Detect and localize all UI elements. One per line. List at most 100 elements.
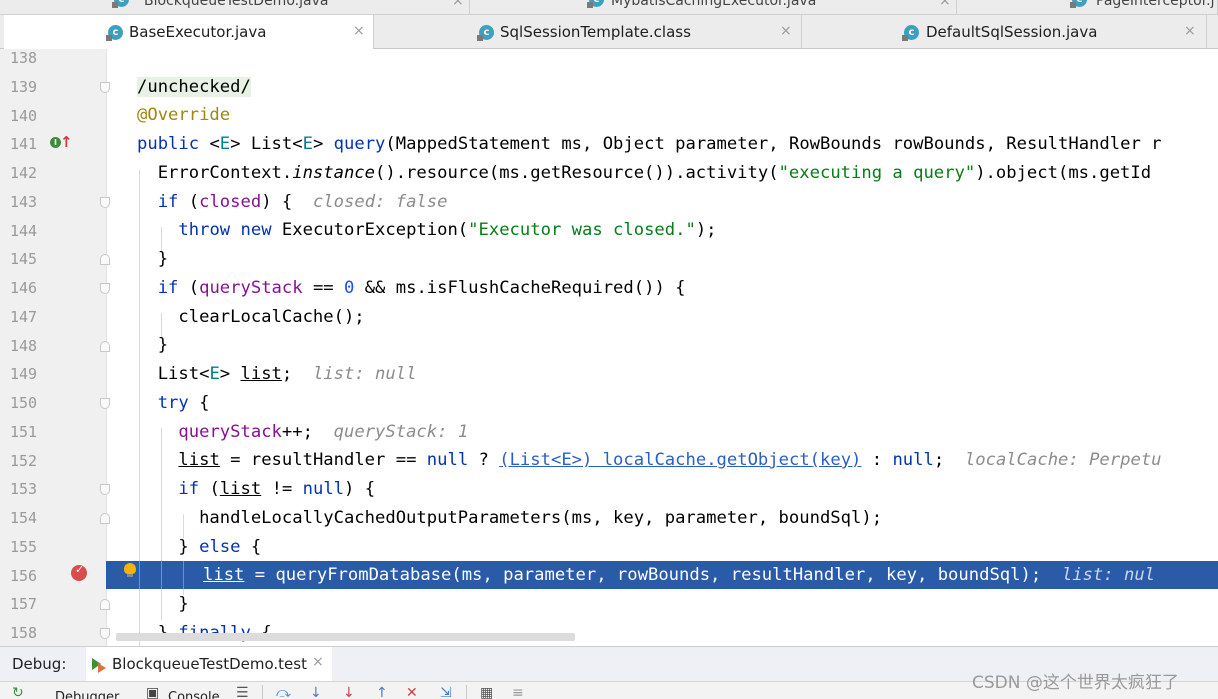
fold-marker-icon[interactable] <box>100 398 110 409</box>
tab-baseexecutor[interactable]: c BaseExecutor.java × <box>4 15 374 49</box>
horizontal-scrollbar[interactable] <box>116 633 575 641</box>
close-icon[interactable]: × <box>353 23 365 39</box>
code-token: list <box>203 565 245 585</box>
java-class-icon: c <box>106 25 123 41</box>
code-line-153[interactable]: if (list != null) { <box>137 475 375 503</box>
fold-marker-icon[interactable] <box>100 628 110 639</box>
code-token: < <box>209 134 220 154</box>
force-step-into-icon[interactable]: ↓ <box>343 686 355 699</box>
execution-point-line[interactable]: list = queryFromDatabase(ms, parameter, … <box>106 561 1218 589</box>
editor-gutter[interactable]: 138 139 140 141 142 143 144 145 146 147 … <box>0 49 107 646</box>
editor-tabs-row: c BaseExecutor.java × c SqlSessionTempla… <box>0 15 1218 49</box>
code-line-152[interactable]: list = resultHandler == null ? (List<E>)… <box>137 446 1161 474</box>
fold-marker-icon[interactable] <box>100 283 110 294</box>
breakpoint-icon[interactable] <box>71 563 87 581</box>
tab-pageinterceptor[interactable]: c PageInterceptor.j <box>958 0 1218 14</box>
toolbar-separator <box>466 685 467 699</box>
code-token: E <box>219 134 231 154</box>
tab-sqlsessiontemplate[interactable]: c SqlSessionTemplate.class × <box>375 15 802 48</box>
watermark: CSDN @这个世界太疯狂了 <box>972 673 1179 693</box>
code-token: E <box>302 134 313 154</box>
line-number: 143 <box>10 193 38 211</box>
java-class-icon: c <box>1070 0 1087 8</box>
code-token: ) { <box>261 192 313 212</box>
run-to-cursor-icon[interactable]: ⇲ <box>440 686 452 699</box>
code-line-155[interactable]: } else { <box>137 533 261 561</box>
fold-marker-icon[interactable] <box>100 82 110 93</box>
line-number: 142 <box>10 164 38 182</box>
fold-marker-icon[interactable] <box>100 513 110 524</box>
line-number: 157 <box>10 595 38 613</box>
line-number: 148 <box>10 337 38 355</box>
java-class-icon: c <box>112 0 129 8</box>
intention-bulb-icon[interactable] <box>124 563 136 577</box>
fold-marker-icon[interactable] <box>100 484 110 495</box>
fold-marker-icon[interactable] <box>100 599 110 610</box>
code-token: if <box>178 479 200 499</box>
fold-marker-icon[interactable] <box>100 197 110 208</box>
code-token: ; <box>281 364 313 384</box>
override-up-icon[interactable]: ↑ <box>60 134 73 150</box>
code-line-154[interactable]: handleLocallyCachedOutputParameters(ms, … <box>137 504 882 532</box>
step-over-icon[interactable]: ⤼ <box>276 686 291 699</box>
close-icon[interactable]: × <box>780 23 792 39</box>
debug-session-tab[interactable]: BlockqueueTestDemo.test × <box>86 647 332 681</box>
code-line-144[interactable]: throw new ExecutorException("Executor wa… <box>137 216 716 244</box>
code-line-142[interactable]: ErrorContext.instance().resource(ms.getR… <box>137 159 1151 187</box>
close-icon[interactable]: × <box>312 654 324 670</box>
line-number: 153 <box>10 480 38 498</box>
trace-icon[interactable]: ≡ <box>512 686 524 699</box>
code-line-156[interactable]: list = queryFromDatabase(ms, parameter, … <box>203 561 1155 589</box>
code-token: handleLocallyCachedOutputParameters(ms, … <box>137 508 883 528</box>
step-out-icon[interactable]: ↑ <box>376 686 388 699</box>
code-line-139[interactable]: /unchecked/ <box>137 73 251 101</box>
code-line-148[interactable]: } <box>137 331 168 359</box>
code-line-150[interactable]: try { <box>137 389 210 417</box>
fold-marker-icon[interactable] <box>100 254 110 265</box>
code-token: } <box>137 537 200 557</box>
code-token: ; <box>933 450 965 470</box>
debug-session-label: BlockqueueTestDemo.test <box>112 655 307 673</box>
console-icon: ▣ <box>146 685 160 699</box>
code-token: queryStack <box>178 422 282 442</box>
code-line-143[interactable]: if (closed) { closed: false <box>137 188 448 216</box>
close-icon[interactable]: × <box>452 0 464 9</box>
code-token: public <box>137 134 210 154</box>
code-line-151[interactable]: queryStack++; queryStack: 1 <box>137 418 468 446</box>
code-line-149[interactable]: List<E> list; list: null <box>137 360 417 388</box>
code-editor[interactable]: 138 139 140 141 142 143 144 145 146 147 … <box>0 49 1218 646</box>
evaluate-expression-icon[interactable]: ▦ <box>480 686 493 699</box>
tab-label: MybatisCachingExecutor.java <box>611 0 817 9</box>
line-number: 146 <box>10 279 38 297</box>
run-config-icon <box>92 658 106 673</box>
code-token: > <box>219 364 241 384</box>
step-into-icon[interactable]: ↓ <box>310 686 322 699</box>
code-line-140[interactable]: @Override <box>137 101 230 129</box>
code-line-157[interactable]: } <box>137 590 188 618</box>
tab-mybatiscachingexecutor[interactable]: c MybatisCachingExecutor.java × <box>471 0 957 14</box>
tab-blockqueuetestdemo[interactable]: c BlockqueueTestDemo.java × <box>0 0 470 14</box>
editor-tabs-row-top: c BlockqueueTestDemo.java × c MybatisCac… <box>0 0 1218 15</box>
close-icon[interactable]: × <box>1184 23 1196 39</box>
code-line-146[interactable]: if (queryStack == 0 && ms.isFlushCacheRe… <box>137 274 686 302</box>
close-icon[interactable]: × <box>939 0 951 9</box>
indent-guide <box>161 561 162 589</box>
code-line-141[interactable]: public <E> List<E> query(MappedStatement… <box>137 130 1162 158</box>
rerun-icon[interactable]: ↻ <box>12 686 24 699</box>
code-token: query <box>333 134 386 154</box>
tab-defaultsqlsession[interactable]: c DefaultSqlSession.java × <box>803 15 1207 48</box>
line-number: 154 <box>10 509 38 527</box>
tab-label: PageInterceptor.j <box>1096 0 1215 9</box>
fold-marker-icon[interactable] <box>100 341 110 352</box>
code-line-145[interactable]: } <box>137 245 168 273</box>
code-token: list: nul <box>1061 565 1156 585</box>
code-token: list <box>178 450 220 470</box>
drop-frame-icon[interactable]: ✕ <box>406 686 418 699</box>
frames-icon[interactable]: ☰ <box>236 686 249 699</box>
line-number: 138 <box>10 49 38 67</box>
code-line-147[interactable]: clearLocalCache(); <box>137 303 364 331</box>
